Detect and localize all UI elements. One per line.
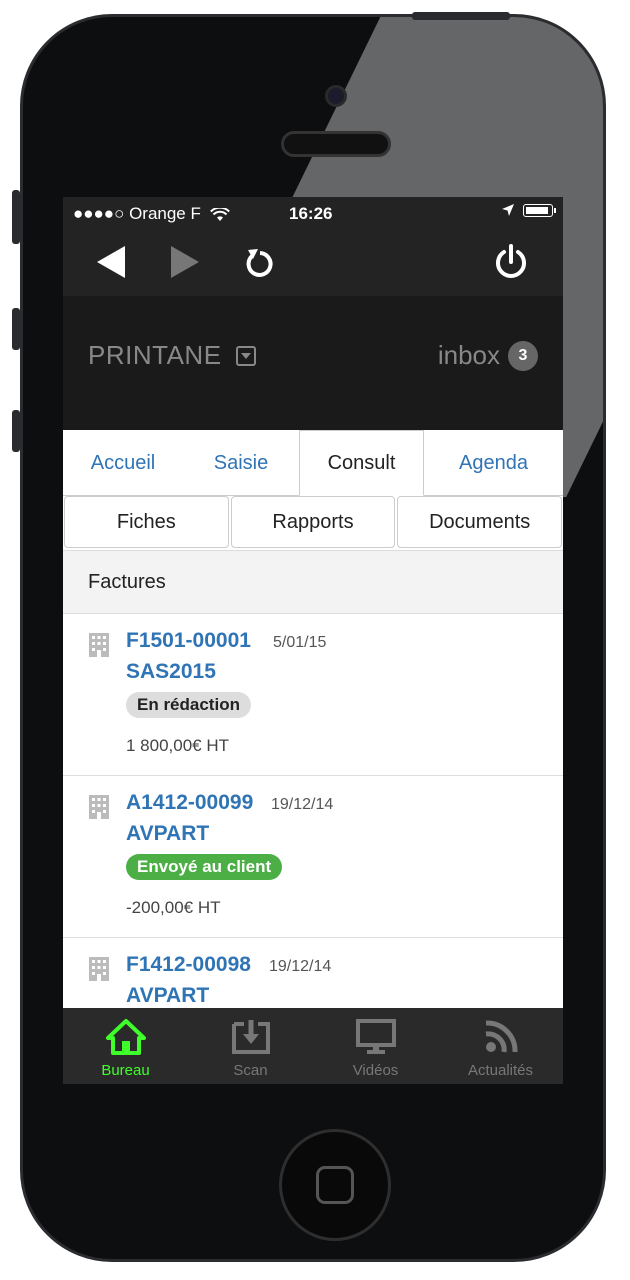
section-title: Factures: [88, 571, 166, 593]
invoice-amount: -200,00€ HT: [126, 898, 221, 917]
tab-agenda[interactable]: Agenda: [424, 430, 563, 496]
home-icon: [105, 1019, 146, 1055]
battery-icon: [523, 203, 556, 217]
invoice-ref[interactable]: F1412-00098: [126, 953, 251, 977]
back-button[interactable]: [89, 240, 133, 284]
earpiece-speaker: [281, 131, 391, 157]
logout-button[interactable]: [489, 240, 533, 284]
reload-button[interactable]: [237, 240, 281, 284]
invoice-ref[interactable]: F1501-00001: [126, 629, 251, 653]
bottom-tab-videos[interactable]: Vidéos: [313, 1008, 438, 1084]
power-icon: [496, 244, 526, 278]
volume-up-button[interactable]: [12, 308, 20, 350]
section-header: Factures: [63, 550, 563, 614]
volume-down-button[interactable]: [12, 410, 20, 452]
list-item[interactable]: A1412-00099 19/12/14 AVPART Envoyé au cl…: [63, 776, 563, 938]
mute-switch[interactable]: [12, 190, 20, 244]
bottom-tab-label: Scan: [233, 1062, 268, 1079]
status-bar: ●●●●○ Orange F 16:26: [63, 197, 563, 230]
invoice-amount: 1 800,00€ HT: [126, 736, 230, 755]
bottom-tab-actualites[interactable]: Actualités: [438, 1008, 563, 1084]
segment-fiches[interactable]: Fiches: [64, 496, 229, 548]
company-selector[interactable]: PRINTANE: [88, 340, 256, 371]
segment-rapports[interactable]: Rapports: [230, 496, 396, 548]
invoice-client[interactable]: AVPART: [126, 822, 209, 846]
tab-saisie[interactable]: Saisie: [183, 430, 299, 496]
forward-arrow-icon: [171, 246, 199, 278]
inbox-count-badge: 3: [508, 340, 538, 371]
invoice-ref[interactable]: A1412-00099: [126, 791, 253, 815]
bottom-tab-label: Bureau: [101, 1062, 150, 1079]
bottom-tab-bureau[interactable]: Bureau: [63, 1008, 188, 1084]
home-button[interactable]: [279, 1129, 391, 1241]
invoice-client[interactable]: SAS2015: [126, 660, 216, 684]
status-badge: Envoyé au client: [126, 854, 283, 880]
bottom-tab-bar: Bureau Scan Vidéos Actualités: [63, 1008, 563, 1084]
bottom-tab-label: Vidéos: [352, 1062, 399, 1079]
inbox-link[interactable]: inbox 3: [438, 340, 538, 371]
browser-toolbar: [63, 230, 563, 296]
invoice-date: 19/12/14: [271, 796, 334, 813]
invoice-client[interactable]: AVPART: [126, 984, 209, 1008]
tab-consult[interactable]: Consult: [299, 430, 424, 496]
segment-documents[interactable]: Documents: [397, 496, 563, 548]
front-camera: [325, 85, 347, 107]
building-icon: [89, 633, 109, 657]
monitor-icon: [355, 1019, 396, 1054]
bottom-tab-scan[interactable]: Scan: [188, 1008, 313, 1084]
wifi-icon: [209, 206, 230, 221]
segmented-control: Fiches Rapports Documents: [63, 496, 563, 548]
clock: 16:26: [289, 204, 333, 223]
location-arrow-icon: [502, 204, 514, 216]
invoice-date: 19/12/14: [269, 958, 332, 975]
download-icon: [231, 1020, 270, 1054]
carrier-label: ●●●●○ Orange F: [73, 204, 201, 223]
bottom-tab-label: Actualités: [467, 1062, 534, 1079]
invoice-date: 5/01/15: [273, 634, 327, 651]
brand-name: PRINTANE: [88, 340, 222, 370]
rss-icon: [485, 1020, 518, 1053]
inbox-label: inbox: [437, 340, 500, 370]
building-icon: [89, 795, 109, 819]
main-tabs: Accueil Saisie Consult Agenda: [63, 430, 563, 496]
tab-accueil[interactable]: Accueil: [63, 430, 183, 496]
list-item[interactable]: F1501-00001 5/01/15 SAS2015 En rédaction…: [63, 614, 563, 776]
carrier-info: ●●●●○ Orange F: [73, 204, 230, 224]
dropdown-icon: [235, 345, 256, 366]
app-screen: ●●●●○ Orange F 16:26 PRINTANE inbox 3 Ac…: [63, 197, 563, 1084]
forward-button[interactable]: [163, 240, 207, 284]
reload-icon: [246, 249, 273, 277]
back-arrow-icon: [97, 246, 125, 278]
app-header: PRINTANE inbox 3: [63, 296, 563, 430]
power-button[interactable]: [412, 12, 510, 20]
building-icon: [89, 957, 109, 981]
status-badge: En rédaction: [126, 692, 251, 718]
